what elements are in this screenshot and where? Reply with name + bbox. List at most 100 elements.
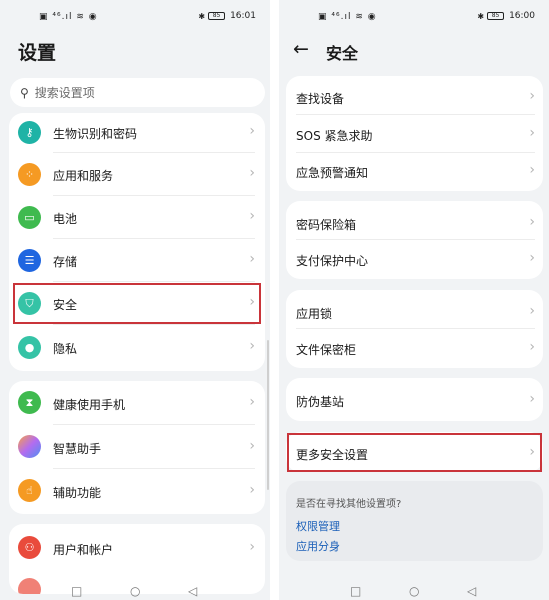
- security-item-label: SOS 紧急求助: [296, 129, 373, 143]
- page-title: 设置: [18, 42, 57, 64]
- security-item-label: 防伪基站: [296, 395, 345, 409]
- security-item-fake-base-station[interactable]: 防伪基站 ›: [286, 378, 543, 421]
- chevron-right-icon: ›: [249, 482, 255, 498]
- home-icon[interactable]: ○: [130, 584, 140, 598]
- settings-item-apps[interactable]: ⁘ 应用和服务 ›: [9, 153, 265, 196]
- search-placeholder: 搜索设置项: [34, 86, 95, 100]
- settings-item-label: 辅助功能: [53, 486, 102, 500]
- status-time: 16:01: [230, 11, 256, 21]
- battery-indicator: 85: [487, 12, 505, 20]
- navigation-bar: □ ○ ◁: [279, 578, 549, 600]
- settings-item-storage[interactable]: ☰ 存储 ›: [9, 239, 265, 282]
- apps-icon: ⁘: [18, 163, 41, 186]
- security-item-label: 应用锁: [296, 307, 333, 321]
- assistant-icon: [18, 435, 41, 458]
- scrollbar[interactable]: [267, 340, 269, 490]
- chevron-right-icon: ›: [529, 125, 535, 141]
- settings-item-label: 健康使用手机: [53, 398, 126, 412]
- chevron-right-icon: ›: [529, 303, 535, 319]
- settings-item-security[interactable]: ⛉ 安全 ›: [9, 282, 265, 325]
- settings-item-label: 电池: [53, 212, 78, 226]
- settings-item-label: 存储: [53, 255, 78, 269]
- status-bar: ▣ ⁴⁶.ıl ≋ ◉ ✱ 85 16:01: [0, 0, 270, 34]
- security-screen: ▣ ⁴⁶.ıl ≋ ◉ ✱ 85 16:00 ← 安全 查找设备 › SOS 紧…: [279, 0, 549, 600]
- security-item-label: 应急预警通知: [296, 166, 369, 180]
- settings-item-label: 应用和服务: [53, 169, 114, 183]
- settings-item-digital-balance[interactable]: ⧗ 健康使用手机 ›: [9, 381, 265, 425]
- settings-item-accessibility[interactable]: ☝ 辅助功能 ›: [9, 469, 265, 514]
- chevron-right-icon: ›: [249, 251, 255, 267]
- settings-item-battery[interactable]: ▭ 电池 ›: [9, 196, 265, 239]
- home-icon[interactable]: ○: [409, 584, 419, 598]
- settings-item-users[interactable]: ⚇ 用户和帐户 ›: [9, 524, 265, 568]
- chevron-right-icon: ›: [529, 250, 535, 266]
- battery-icon: ▭: [18, 206, 41, 229]
- back-arrow-icon[interactable]: ←: [293, 38, 309, 60]
- recent-apps-icon[interactable]: □: [350, 584, 361, 598]
- security-item-sos[interactable]: SOS 紧急求助 ›: [286, 115, 543, 153]
- security-item-payment-protection[interactable]: 支付保护中心 ›: [286, 240, 543, 279]
- security-group-4: 防伪基站 ›: [286, 378, 543, 421]
- settings-item-assistant[interactable]: 智慧助手 ›: [9, 425, 265, 469]
- link-permission-management[interactable]: 权限管理: [296, 518, 340, 534]
- security-group-5: 更多安全设置 ›: [286, 432, 543, 472]
- status-signal: ▣ ⁴⁶.ıl ≋ ◉: [39, 12, 98, 22]
- settings-item-label: 生物识别和密码: [53, 127, 138, 141]
- chevron-right-icon: ›: [529, 162, 535, 178]
- suggestion-question: 是否在寻找其他设置项?: [296, 499, 402, 510]
- bluetooth-icon: ✱: [477, 11, 485, 21]
- suggestion-card: 是否在寻找其他设置项? 权限管理 应用分身: [286, 481, 543, 561]
- chevron-right-icon: ›: [529, 214, 535, 230]
- security-item-password-vault[interactable]: 密码保险箱 ›: [286, 201, 543, 240]
- settings-item-label: 安全: [53, 298, 78, 312]
- security-group-2: 密码保险箱 › 支付保护中心 ›: [286, 201, 543, 279]
- chevron-right-icon: ›: [529, 88, 535, 104]
- security-item-label: 更多安全设置: [296, 448, 369, 462]
- chevron-right-icon: ›: [249, 294, 255, 310]
- security-item-emergency-alert[interactable]: 应急预警通知 ›: [286, 153, 543, 191]
- navigation-bar: □ ○ ◁: [0, 578, 270, 600]
- storage-icon: ☰: [18, 249, 41, 272]
- security-item-more-settings[interactable]: 更多安全设置 ›: [286, 432, 543, 472]
- hourglass-icon: ⧗: [18, 391, 41, 414]
- chevron-right-icon: ›: [529, 391, 535, 407]
- status-bar: ▣ ⁴⁶.ıl ≋ ◉ ✱ 85 16:00: [279, 0, 549, 34]
- security-item-label: 文件保密柜: [296, 343, 357, 357]
- chevron-right-icon: ›: [249, 438, 255, 454]
- status-time: 16:00: [509, 11, 535, 21]
- security-item-find-device[interactable]: 查找设备 ›: [286, 76, 543, 115]
- shield-icon: ⛉: [18, 292, 41, 315]
- security-group-1: 查找设备 › SOS 紧急求助 › 应急预警通知 ›: [286, 76, 543, 191]
- security-item-file-safe[interactable]: 文件保密柜 ›: [286, 329, 543, 368]
- privacy-icon: ●: [18, 336, 41, 359]
- settings-item-label: 用户和帐户: [53, 543, 114, 557]
- settings-screen: ▣ ⁴⁶.ıl ≋ ◉ ✱ 85 16:01 设置 ⚲ 搜索设置项 ⚷ 生物识别…: [0, 0, 270, 600]
- security-item-label: 密码保险箱: [296, 218, 357, 232]
- settings-group-2: ⧗ 健康使用手机 › 智慧助手 › ☝ 辅助功能 ›: [9, 381, 265, 514]
- user-icon: ⚇: [18, 536, 41, 559]
- security-item-label: 查找设备: [296, 92, 345, 106]
- chevron-right-icon: ›: [249, 338, 255, 354]
- chevron-right-icon: ›: [529, 444, 535, 460]
- search-input[interactable]: ⚲ 搜索设置项: [10, 78, 265, 107]
- chevron-right-icon: ›: [249, 208, 255, 224]
- chevron-right-icon: ›: [529, 339, 535, 355]
- back-icon[interactable]: ◁: [467, 584, 476, 598]
- key-icon: ⚷: [18, 121, 41, 144]
- settings-item-biometrics[interactable]: ⚷ 生物识别和密码 ›: [9, 113, 265, 153]
- link-app-twin[interactable]: 应用分身: [296, 538, 340, 554]
- settings-item-label: 智慧助手: [53, 442, 102, 456]
- bluetooth-icon: ✱: [198, 11, 206, 21]
- security-item-app-lock[interactable]: 应用锁 ›: [286, 290, 543, 329]
- recent-apps-icon[interactable]: □: [71, 584, 82, 598]
- battery-indicator: 85: [208, 12, 226, 20]
- chevron-right-icon: ›: [249, 123, 255, 139]
- back-icon[interactable]: ◁: [188, 584, 197, 598]
- status-signal: ▣ ⁴⁶.ıl ≋ ◉: [318, 12, 377, 22]
- settings-item-label: 隐私: [53, 342, 78, 356]
- chevron-right-icon: ›: [249, 165, 255, 181]
- chevron-right-icon: ›: [249, 394, 255, 410]
- security-group-3: 应用锁 › 文件保密柜 ›: [286, 290, 543, 368]
- settings-item-privacy[interactable]: ● 隐私 ›: [9, 325, 265, 371]
- settings-group-1: ⚷ 生物识别和密码 › ⁘ 应用和服务 › ▭ 电池 › ☰ 存储 › ⛉ 安全…: [9, 113, 265, 371]
